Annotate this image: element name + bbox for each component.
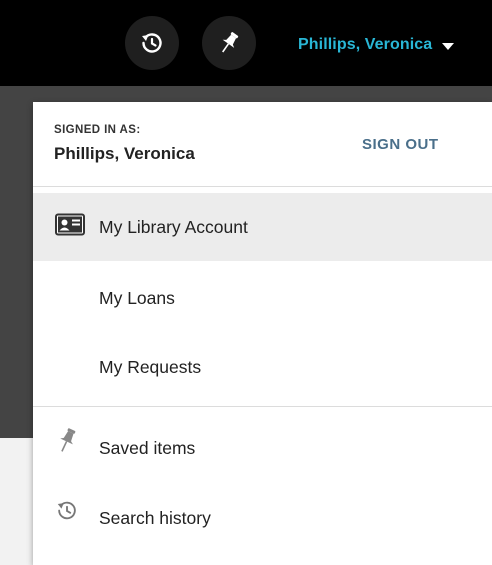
id-card-icon bbox=[55, 213, 85, 241]
menu-item-my-library-account[interactable]: My Library Account bbox=[33, 193, 492, 261]
menu-item-label: Search history bbox=[99, 507, 211, 528]
menu-item-search-history[interactable]: Search history bbox=[33, 484, 492, 552]
menu-item-my-loans[interactable]: My Loans bbox=[33, 264, 492, 332]
signed-in-label: SIGNED IN AS: bbox=[54, 124, 141, 136]
menu-item-my-requests[interactable]: My Requests bbox=[33, 333, 492, 401]
user-dropdown-menu: SIGNED IN AS: Phillips, Veronica SIGN OU… bbox=[33, 102, 492, 565]
user-name: Phillips, Veronica bbox=[298, 36, 433, 53]
menu-item-label: My Requests bbox=[99, 356, 202, 377]
menu-item-saved-items[interactable]: Saved items bbox=[33, 414, 492, 482]
pin-icon bbox=[222, 32, 239, 53]
menu-item-label: Saved items bbox=[99, 437, 196, 458]
top-navigation-bar: Phillips, Veronica bbox=[0, 0, 492, 86]
menu-item-label: My Library Account bbox=[99, 216, 248, 237]
history-icon bbox=[55, 498, 79, 527]
sign-out-button[interactable]: SIGN OUT bbox=[362, 136, 439, 153]
menu-item-label: My Loans bbox=[99, 287, 175, 308]
signed-in-name: Phillips, Veronica bbox=[54, 144, 195, 163]
chevron-down-icon bbox=[442, 42, 455, 50]
history-icon bbox=[142, 33, 162, 53]
user-menu-toggle[interactable]: Phillips, Veronica bbox=[298, 34, 455, 56]
divider bbox=[33, 186, 492, 187]
divider bbox=[33, 406, 492, 407]
search-history-button[interactable] bbox=[125, 16, 179, 70]
pin-icon bbox=[55, 426, 79, 459]
saved-items-button[interactable] bbox=[202, 16, 256, 70]
